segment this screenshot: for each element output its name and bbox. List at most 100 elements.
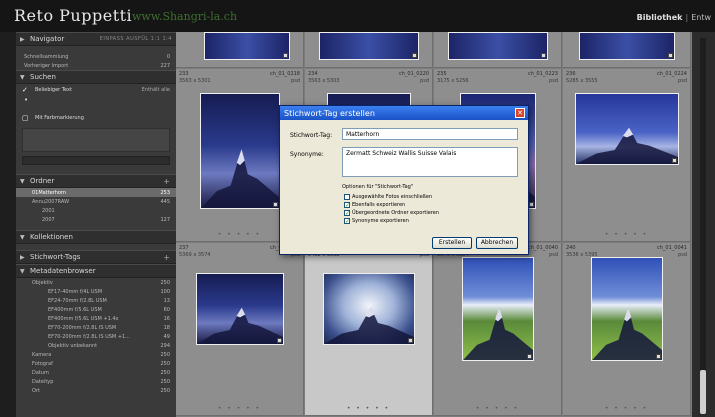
grid-cell[interactable]: 240 ch_01_0041 3536 x 5395 psd • • • • •	[563, 243, 691, 416]
metadata-row[interactable]: Kamera 250	[16, 350, 176, 359]
metadata-row-label: EF24-70mm f/2.8L USM	[48, 297, 107, 304]
cell-number: 237	[179, 245, 189, 251]
search-filter-row[interactable]: ✓ Beliebiger Text Enthält alle	[16, 84, 176, 96]
create-button[interactable]: Erstellen	[432, 237, 472, 249]
grid-cell[interactable]	[563, 32, 691, 68]
expanded-triangle-icon: ▼	[20, 233, 25, 241]
folders-header[interactable]: ▼ Ordner +	[16, 174, 176, 188]
checked-checkbox-icon[interactable]: ✓	[344, 202, 350, 209]
metadata-row-count: 250	[160, 360, 170, 367]
folder-row[interactable]: 01Matterhorn 253	[16, 188, 176, 197]
grid-cell[interactable]: 239ch_01_00403576 x 5324psd• • • • •	[434, 243, 562, 416]
option-checkbox-row[interactable]: ✓ Synonyme exportieren	[344, 218, 409, 225]
metadata-row[interactable]: EF400mm f/5.6L USM 60	[16, 305, 176, 314]
grid-cell[interactable]	[305, 32, 433, 68]
metadata-row[interactable]: Objektiv 250	[16, 278, 176, 287]
metadata-row-count: 250	[160, 378, 170, 385]
mountain-peak-icon	[576, 127, 678, 164]
photo-thumbnail[interactable]	[462, 257, 534, 361]
rating-dots[interactable]: • • • • •	[176, 405, 303, 412]
keyword-toggle[interactable]: Mit Farbmarkierung	[35, 115, 84, 121]
close-icon[interactable]: ✕	[515, 108, 525, 118]
navigator-zoom-options[interactable]: EINPASS AUSFÜL 1:1 1:4	[100, 36, 172, 42]
folder-row[interactable]: 2007 127	[16, 215, 176, 224]
cell-file-type: psd	[291, 78, 300, 84]
keyword-tags-header[interactable]: ▶ Stichwort-Tags +	[16, 250, 176, 264]
option-checkbox-row[interactable]: Ausgewählte Fotos einschließen	[344, 194, 432, 200]
keyword-tag-input[interactable]: Matterhorn	[342, 128, 518, 140]
keyword-tag-label: Stichwort-Tag:	[290, 132, 333, 139]
photo-thumbnail[interactable]	[591, 257, 663, 361]
scrollbar-thumb[interactable]	[700, 370, 706, 414]
photo-thumbnail[interactable]	[196, 273, 284, 345]
option-checkbox-row[interactable]: ✓ Übergeordnete Ordner exportieren	[344, 210, 439, 217]
metadata-row[interactable]: EF70-200mm f/2.8L IS USM 18	[16, 323, 176, 332]
catalog-row[interactable]: Schnellsammlung 0	[16, 52, 176, 61]
edit-badge-icon	[408, 338, 413, 343]
metadata-row[interactable]: Objektiv unbekannt 294	[16, 341, 176, 350]
photo-thumbnail[interactable]	[204, 32, 290, 60]
catalog-row[interactable]: Vorheriger Import 227	[16, 61, 176, 70]
grid-cell[interactable]: 238ch_01_00395432 x 3532psd• • • • •	[305, 243, 433, 416]
folder-row[interactable]: 2001	[16, 206, 176, 215]
rating-dots[interactable]: • • • • •	[305, 405, 432, 412]
collections-header[interactable]: ▼ Kollektionen	[16, 230, 176, 244]
metadata-row[interactable]: EF70-200mm f/2.8L IS USM +1... 49	[16, 332, 176, 341]
rating-dots[interactable]: • • • • •	[563, 405, 690, 412]
edit-badge-icon	[541, 53, 546, 58]
rating-dots[interactable]: • • • • •	[563, 231, 690, 238]
cancel-button[interactable]: Abbrechen	[476, 237, 518, 249]
photo-thumbnail[interactable]	[579, 32, 675, 60]
photo-thumbnail[interactable]	[319, 32, 419, 60]
right-edge-strip	[692, 32, 715, 417]
grid-cell[interactable]	[434, 32, 562, 68]
module-library[interactable]: Bibliothek	[637, 13, 683, 22]
metadata-row[interactable]: Datum 250	[16, 368, 176, 377]
mountain-peak-icon	[197, 307, 283, 344]
navigator-header[interactable]: ▶ Navigator EINPASS AUSFÜL 1:1 1:4	[16, 32, 176, 46]
search-filter[interactable]: Beliebiger Text	[35, 87, 72, 93]
option-checkbox-row[interactable]: ✓ Ebenfalls exportieren	[344, 202, 405, 209]
module-develop[interactable]: Entw	[691, 13, 711, 22]
add-folder-icon[interactable]: +	[163, 177, 170, 186]
metadata-row[interactable]: EF400mm f/5.6L USM +1.4x 16	[16, 314, 176, 323]
cell-dimensions: 3563 x 5303	[308, 78, 340, 84]
scrollbar-track[interactable]	[700, 38, 706, 413]
edit-badge-icon	[656, 354, 661, 359]
checked-checkbox-icon[interactable]: ✓	[344, 218, 350, 225]
folder-row[interactable]: Annu2007RAW 445	[16, 197, 176, 206]
unchecked-checkbox-icon[interactable]	[344, 194, 350, 200]
grid-cell[interactable]	[176, 32, 304, 68]
expanded-triangle-icon: ▼	[20, 73, 25, 81]
photo-thumbnail[interactable]	[323, 273, 415, 345]
grid-cell[interactable]: 236 ch_01_0224 5285 x 3555 psd • • • • •	[563, 69, 691, 242]
dialog-title-bar[interactable]: Stichwort-Tag erstellen ✕	[280, 106, 528, 120]
cell-filename: ch_01_0223	[527, 71, 558, 77]
photo-thumbnail[interactable]	[448, 32, 548, 60]
grid-cell[interactable]: 237ch_01_00405369 x 3574psd• • • • •	[176, 243, 304, 416]
checked-checkbox-icon[interactable]: ✓	[344, 210, 350, 217]
metadata-row[interactable]: EF24-70mm f/2.8L USM 13	[16, 296, 176, 305]
add-keyword-icon[interactable]: +	[163, 253, 170, 262]
left-edge-strip	[0, 32, 16, 417]
photo-thumbnail[interactable]	[200, 93, 280, 209]
metadata-row[interactable]: EF17-40mm f/4L USM 100	[16, 287, 176, 296]
module-picker: Bibliothek | Entw	[637, 13, 711, 22]
metadata-row-label: Objektiv unbekannt	[48, 342, 98, 349]
options-group-title: Optionen für "Stichwort-Tag"	[342, 184, 414, 190]
metadata-row[interactable]: Fotograf 250	[16, 359, 176, 368]
metadata-row[interactable]: Dateityp 250	[16, 377, 176, 386]
rating-dots[interactable]: • • • • •	[434, 405, 561, 412]
metadata-browser-header[interactable]: ▼ Metadatenbrowser	[16, 264, 176, 278]
search-input[interactable]	[22, 156, 170, 165]
synonyms-textarea[interactable]: Zermatt Schweiz Wallis Suisse Valais	[342, 147, 518, 177]
collapsed-triangle-icon: ▶	[20, 253, 25, 261]
cell-dimensions: 3563 x 5301	[179, 78, 211, 84]
photo-thumbnail[interactable]	[575, 93, 679, 165]
search-field-area[interactable]	[22, 128, 170, 152]
metadata-row[interactable]: Ort 250	[16, 386, 176, 395]
search-header[interactable]: ▼ Suchen	[16, 70, 176, 84]
metadata-row-label: EF400mm f/5.6L USM	[48, 306, 102, 313]
search-filter-mode[interactable]: Enthält alle	[142, 87, 170, 93]
keyword-toggle-row[interactable]: ▢ Mit Farbmarkierung	[16, 112, 176, 124]
